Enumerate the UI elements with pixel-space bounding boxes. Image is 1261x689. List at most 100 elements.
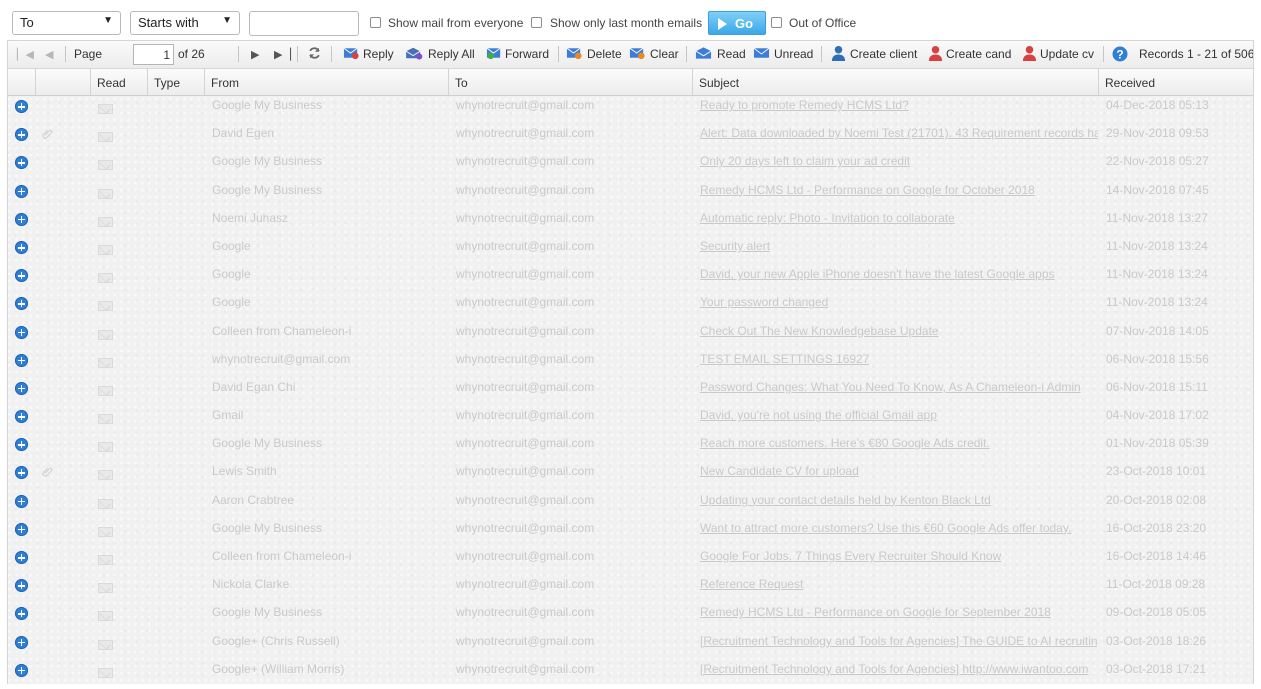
col-type[interactable]: Type bbox=[148, 69, 205, 95]
expand-row-icon[interactable] bbox=[15, 240, 28, 254]
last-page-icon[interactable]: ▶▕ bbox=[274, 48, 291, 61]
page-number-input[interactable]: 1 bbox=[133, 44, 174, 65]
expand-row-icon[interactable] bbox=[15, 579, 28, 593]
out-of-office-checkbox[interactable] bbox=[771, 17, 782, 28]
col-subject[interactable]: Subject bbox=[693, 69, 1099, 95]
email-subject-link[interactable]: Ready to promote Remedy HCMS Ltd? bbox=[700, 98, 1098, 112]
email-subject-link[interactable]: Alert: Data downloaded by Noemi Test (21… bbox=[700, 126, 1098, 140]
operator-select[interactable]: Starts with ▼ bbox=[130, 11, 240, 35]
table-row[interactable]: Google whynotrecruit@gmail.com Your passwo… bbox=[8, 292, 1253, 320]
email-subject-link[interactable]: David, you're not using the official Gma… bbox=[700, 408, 1098, 422]
table-row[interactable]: Google My Business whynotrecruit@gmail.co… bbox=[8, 602, 1253, 630]
next-page-icon[interactable]: ▶ bbox=[251, 48, 259, 61]
last-month-checkbox[interactable] bbox=[531, 17, 542, 28]
help-icon[interactable]: ? bbox=[1112, 46, 1128, 62]
search-input[interactable] bbox=[249, 11, 359, 36]
mark-read-button[interactable]: Read bbox=[717, 47, 746, 61]
expand-row-icon[interactable] bbox=[15, 325, 28, 339]
envelope-icon bbox=[98, 216, 113, 227]
email-subject-link[interactable]: Reach more customers. Here's €80 Google … bbox=[700, 436, 1098, 450]
email-from: Google+ (Chris Russell) bbox=[212, 633, 340, 648]
go-button-label: Go bbox=[735, 16, 754, 31]
table-row[interactable]: Colleen from Chameleon-i whynotrecruit@gm… bbox=[8, 321, 1253, 349]
expand-row-icon[interactable] bbox=[15, 663, 28, 677]
email-subject-link[interactable]: Google For Jobs. 7 Things Every Recruite… bbox=[700, 549, 1098, 563]
prev-page-icon[interactable]: ◀ bbox=[45, 48, 53, 61]
create-client-button[interactable]: Create client bbox=[850, 47, 917, 61]
envelope-icon bbox=[98, 526, 113, 537]
table-row[interactable]: whynotrecruit@gmail.com whynotrecruit@gma… bbox=[8, 349, 1253, 377]
expand-row-icon[interactable] bbox=[15, 522, 28, 536]
expand-row-icon[interactable] bbox=[15, 466, 28, 480]
expand-row-icon[interactable] bbox=[15, 297, 28, 311]
expand-row-icon[interactable] bbox=[15, 410, 28, 424]
email-subject-link[interactable]: Password Changes: What You Need To Know,… bbox=[700, 380, 1098, 394]
grid-bottom-edge bbox=[7, 684, 1254, 689]
email-subject-link[interactable]: David, your new Apple iPhone doesn't hav… bbox=[700, 267, 1098, 281]
email-subject-link[interactable]: Only 20 days left to claim your ad credi… bbox=[700, 154, 1098, 168]
email-subject-link[interactable]: Reference Request bbox=[700, 577, 1098, 591]
email-subject-link[interactable]: TEST EMAIL SETTINGS 16927 bbox=[700, 352, 1098, 366]
table-row[interactable]: Aaron Crabtree whynotrecruit@gmail.com Upd… bbox=[8, 490, 1253, 518]
email-subject-link[interactable]: Check Out The New Knowledgebase Update bbox=[700, 324, 1098, 338]
expand-row-icon[interactable] bbox=[15, 607, 28, 621]
refresh-icon[interactable] bbox=[306, 46, 323, 60]
table-row[interactable]: Colleen from Chameleon-i whynotrecruit@gm… bbox=[8, 546, 1253, 574]
table-row[interactable]: Google whynotrecruit@gmail.com Security al… bbox=[8, 236, 1253, 264]
table-row[interactable]: Lewis Smith whynotrecruit@gmail.com New Ca… bbox=[8, 461, 1253, 489]
table-row[interactable]: David Egen whynotrecruit@gmail.com Alert: … bbox=[8, 123, 1253, 151]
expand-row-icon[interactable] bbox=[15, 156, 28, 170]
table-row[interactable]: Google My Business whynotrecruit@gmail.co… bbox=[8, 518, 1253, 546]
table-row[interactable]: Google My Business whynotrecruit@gmail.co… bbox=[8, 433, 1253, 461]
table-row[interactable]: Gmail whynotrecruit@gmail.com David, you'r… bbox=[8, 405, 1253, 433]
col-read[interactable]: Read bbox=[91, 69, 148, 95]
email-subject-link[interactable]: Automatic reply: Photo - Invitation to c… bbox=[700, 211, 1098, 225]
col-received[interactable]: Received bbox=[1099, 69, 1253, 95]
table-row[interactable]: Noemi Juhasz whynotrecruit@gmail.com Autom… bbox=[8, 208, 1253, 236]
email-subject-link[interactable]: New Candidate CV for upload bbox=[700, 464, 1098, 478]
email-subject-link[interactable]: Remedy HCMS Ltd - Performance on Google … bbox=[700, 183, 1098, 197]
mark-unread-button[interactable]: Unread bbox=[774, 47, 813, 61]
email-subject-link[interactable]: Want to attract more customers? Use this… bbox=[700, 521, 1098, 535]
expand-row-icon[interactable] bbox=[15, 353, 28, 367]
table-row[interactable]: Google My Business whynotrecruit@gmail.co… bbox=[8, 95, 1253, 123]
expand-row-icon[interactable] bbox=[15, 212, 28, 226]
toolbar-divider bbox=[331, 46, 332, 62]
clear-button[interactable]: Clear bbox=[650, 47, 679, 61]
expand-row-icon[interactable] bbox=[15, 100, 28, 113]
expand-row-icon[interactable] bbox=[15, 184, 28, 198]
forward-button[interactable]: Forward bbox=[505, 47, 549, 61]
delete-button[interactable]: Delete bbox=[587, 47, 622, 61]
col-to[interactable]: To bbox=[449, 69, 693, 95]
field-select[interactable]: To ▼ bbox=[12, 11, 121, 35]
expand-row-icon[interactable] bbox=[15, 494, 28, 508]
expand-row-icon[interactable] bbox=[15, 438, 28, 452]
reply-all-button[interactable]: Reply All bbox=[428, 47, 475, 61]
table-row[interactable]: Google My Business whynotrecruit@gmail.co… bbox=[8, 180, 1253, 208]
expand-row-icon[interactable] bbox=[15, 381, 28, 395]
email-subject-link[interactable]: [Recruitment Technology and Tools for Ag… bbox=[700, 634, 1098, 648]
table-row[interactable]: Google My Business whynotrecruit@gmail.co… bbox=[8, 151, 1253, 179]
col-from[interactable]: From bbox=[205, 69, 449, 95]
update-cv-button[interactable]: Update cv bbox=[1040, 47, 1094, 61]
expand-row-icon[interactable] bbox=[15, 635, 28, 649]
table-row[interactable]: Google whynotrecruit@gmail.com David, your… bbox=[8, 264, 1253, 292]
table-row[interactable]: Nickola Clarke whynotrecruit@gmail.com Ref… bbox=[8, 574, 1253, 602]
email-subject-link[interactable]: Security alert bbox=[700, 239, 1098, 253]
expand-row-icon[interactable] bbox=[15, 269, 28, 283]
table-row[interactable]: David Egan Chi whynotrecruit@gmail.com Pas… bbox=[8, 377, 1253, 405]
create-cand-button[interactable]: Create cand bbox=[946, 47, 1011, 61]
show-everyone-checkbox[interactable] bbox=[370, 17, 381, 28]
go-button[interactable]: Go bbox=[708, 11, 766, 35]
reply-button[interactable]: Reply bbox=[363, 47, 394, 61]
email-subject-link[interactable]: Your password changed bbox=[700, 295, 1098, 309]
expand-row-icon[interactable] bbox=[15, 128, 28, 142]
expand-row-icon[interactable] bbox=[15, 551, 28, 564]
email-to: whynotrecruit@gmail.com bbox=[456, 126, 595, 141]
email-subject-link[interactable]: [Recruitment Technology and Tools for Ag… bbox=[700, 662, 1098, 676]
email-subject-link[interactable]: Updating your contact details held by Ke… bbox=[700, 493, 1098, 507]
email-subject-link[interactable]: Remedy HCMS Ltd - Performance on Google … bbox=[700, 605, 1098, 619]
table-row[interactable]: Google+ (Chris Russell) whynotrecruit@gma… bbox=[8, 631, 1253, 659]
table-row[interactable]: Google+ (William Morris) whynotrecruit@gm… bbox=[8, 659, 1253, 684]
first-page-icon[interactable]: ▏◀ bbox=[17, 48, 34, 61]
